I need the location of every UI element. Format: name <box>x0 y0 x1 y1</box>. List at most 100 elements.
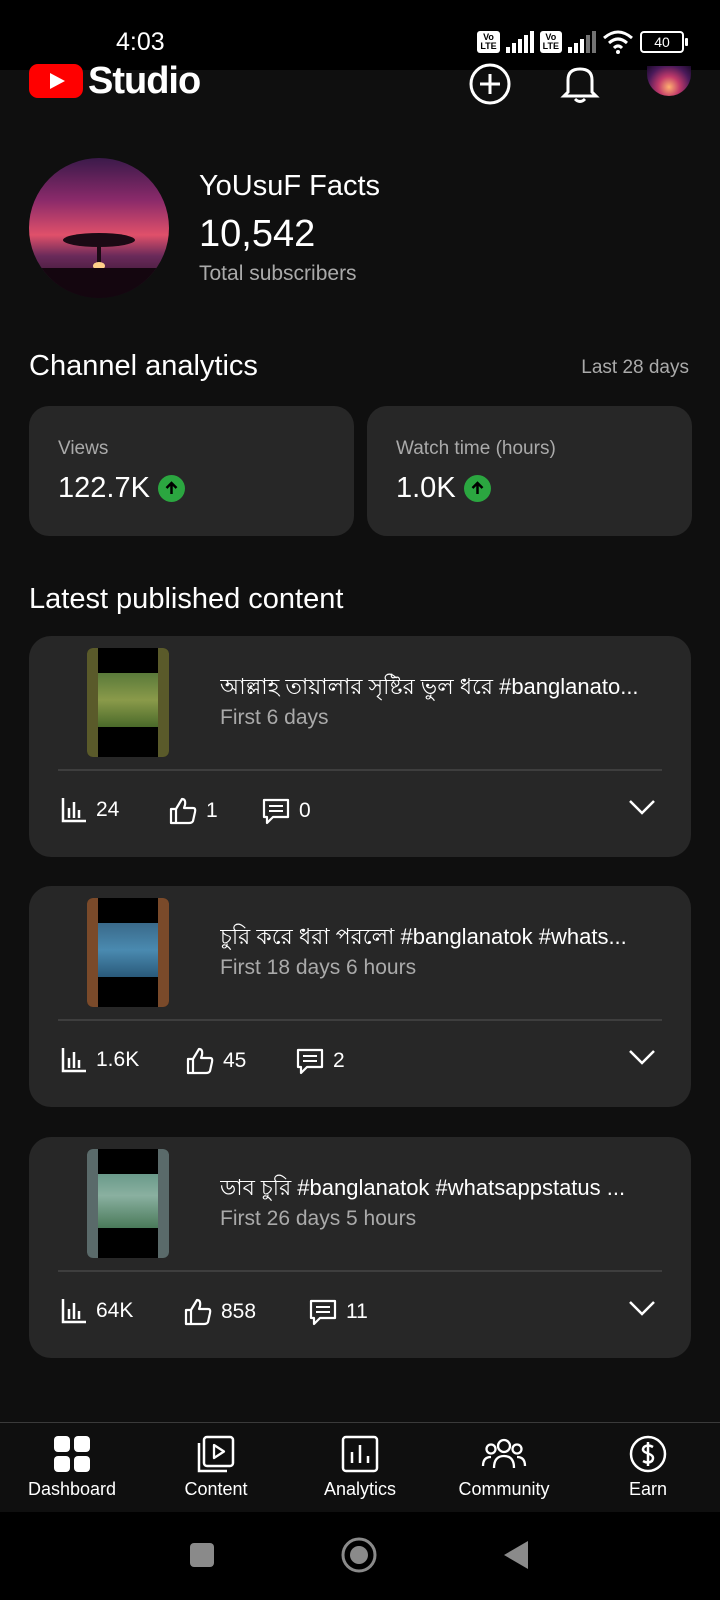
expand-button[interactable] <box>627 1298 657 1323</box>
home-circle-icon <box>341 1537 377 1573</box>
likes-metric: 858 <box>183 1297 256 1327</box>
views-count: 1.6K <box>96 1048 140 1071</box>
comments-count: 0 <box>299 799 311 822</box>
nav-label: Analytics <box>323 1479 397 1499</box>
channel-name: YoUsuF Facts <box>199 170 381 202</box>
video-age: First 26 days 5 hours <box>220 1207 417 1230</box>
likes-metric: 1 <box>168 796 218 826</box>
likes-count: 858 <box>221 1300 257 1323</box>
create-icon <box>469 63 511 105</box>
signal-icon <box>568 31 596 53</box>
watch-time-label: Watch time (hours) <box>396 438 556 459</box>
bar-chart-icon <box>61 1048 86 1073</box>
comment-icon <box>262 798 290 825</box>
volte-icon: Vo LTE <box>477 31 500 53</box>
content-card[interactable]: আল্লাহ তায়ালার সৃষ্টির ভুল ধরে #banglan… <box>29 636 691 857</box>
nav-content[interactable]: Content <box>144 1433 288 1500</box>
bar-chart-icon <box>61 798 86 823</box>
views-label: Views <box>58 438 109 459</box>
video-thumbnail[interactable] <box>87 898 169 1007</box>
divider <box>58 769 662 771</box>
nav-label: Earn <box>628 1479 668 1499</box>
divider <box>58 1019 662 1021</box>
volte-icon: Vo LTE <box>539 31 562 53</box>
video-title[interactable]: আল্লাহ তায়ালার সৃষ্টির ভুল ধরে #banglan… <box>220 670 660 707</box>
youtube-logo-icon <box>29 64 83 98</box>
trend-up-icon <box>463 475 491 502</box>
video-thumbnail[interactable] <box>87 648 169 757</box>
subscriber-count: 10,542 <box>199 213 316 255</box>
nav-analytics[interactable]: Analytics <box>288 1433 432 1500</box>
nav-community[interactable]: Community <box>432 1433 576 1500</box>
comments-metric: 2 <box>295 1046 345 1076</box>
watch-time-value: 1.0K <box>396 472 456 504</box>
thumbs-up-icon <box>184 1298 212 1326</box>
views-value: 122.7K <box>58 472 150 504</box>
back-button[interactable] <box>502 1539 530 1576</box>
likes-metric: 45 <box>185 1046 246 1076</box>
studio-logo-text: Studio <box>88 60 201 102</box>
trend-up-icon <box>157 475 185 502</box>
comment-icon <box>296 1048 324 1075</box>
notifications-bell-icon <box>560 67 600 103</box>
thumbs-up-icon <box>169 797 197 825</box>
status-icons: Vo LTE Vo LTE 40 <box>477 30 688 54</box>
home-button[interactable] <box>340 1536 378 1579</box>
earn-icon <box>629 1435 667 1473</box>
watch-time-card[interactable]: Watch time (hours) 1.0K <box>367 406 692 536</box>
wifi-icon <box>603 30 633 54</box>
bar-chart-icon <box>61 1299 86 1324</box>
recents-button[interactable] <box>189 1542 215 1573</box>
watch-time-value-row: 1.0K <box>396 472 491 505</box>
views-count: 24 <box>96 798 120 821</box>
content-icon <box>197 1435 235 1473</box>
channel-analytics-title: Channel analytics <box>29 350 258 382</box>
chevron-down-icon <box>629 800 655 815</box>
comment-icon <box>309 1299 337 1326</box>
thumbs-up-icon <box>186 1047 214 1075</box>
comments-metric: 0 <box>261 796 311 826</box>
comments-count: 2 <box>333 1049 345 1072</box>
app-header: Studio <box>0 60 720 110</box>
divider <box>58 1270 662 1272</box>
views-value-row: 122.7K <box>58 472 185 505</box>
expand-button[interactable] <box>627 797 657 822</box>
views-metric: 64K <box>60 1297 133 1325</box>
square-icon <box>190 1543 214 1567</box>
create-button[interactable] <box>468 62 512 111</box>
system-navigation-bar <box>0 1512 720 1600</box>
video-title[interactable]: চুরি করে ধরা পরলো #banglanatok #whats... <box>220 920 660 957</box>
notifications-button[interactable] <box>558 62 602 111</box>
chevron-down-icon <box>629 1301 655 1316</box>
chevron-down-icon <box>629 1050 655 1065</box>
likes-count: 1 <box>206 799 218 822</box>
nav-earn[interactable]: Earn <box>576 1433 720 1500</box>
views-card[interactable]: Views 122.7K <box>29 406 354 536</box>
content-card[interactable]: ডাব চুরি #banglanatok #whatsappstatus ..… <box>29 1137 691 1358</box>
nav-label: Dashboard <box>27 1479 117 1499</box>
status-time: 4:03 <box>116 28 165 56</box>
likes-count: 45 <box>223 1049 247 1072</box>
video-thumbnail[interactable] <box>87 1149 169 1258</box>
nav-label: Community <box>458 1479 550 1499</box>
battery-icon: 40 <box>640 31 688 53</box>
channel-avatar <box>29 158 169 298</box>
account-avatar[interactable] <box>647 66 691 96</box>
bottom-navigation: Dashboard Content Analytics Community Ea… <box>0 1422 720 1513</box>
video-age: First 6 days <box>220 706 329 729</box>
views-metric: 24 <box>60 796 119 824</box>
video-title[interactable]: ডাব চুরি #banglanatok #whatsappstatus ..… <box>220 1171 660 1208</box>
comments-count: 11 <box>346 1300 368 1323</box>
analytics-icon <box>341 1435 379 1473</box>
community-icon <box>481 1438 527 1469</box>
video-age: First 18 days 6 hours <box>220 956 417 979</box>
back-triangle-icon <box>504 1541 528 1569</box>
signal-icon <box>505 31 534 53</box>
latest-content-title: Latest published content <box>29 583 344 615</box>
nav-dashboard[interactable]: Dashboard <box>0 1433 144 1500</box>
analytics-period: Last 28 days <box>581 357 689 378</box>
comments-metric: 11 <box>308 1297 368 1327</box>
views-metric: 1.6K <box>60 1046 139 1074</box>
content-card[interactable]: চুরি করে ধরা পরলো #banglanatok #whats...… <box>29 886 691 1107</box>
expand-button[interactable] <box>627 1047 657 1072</box>
